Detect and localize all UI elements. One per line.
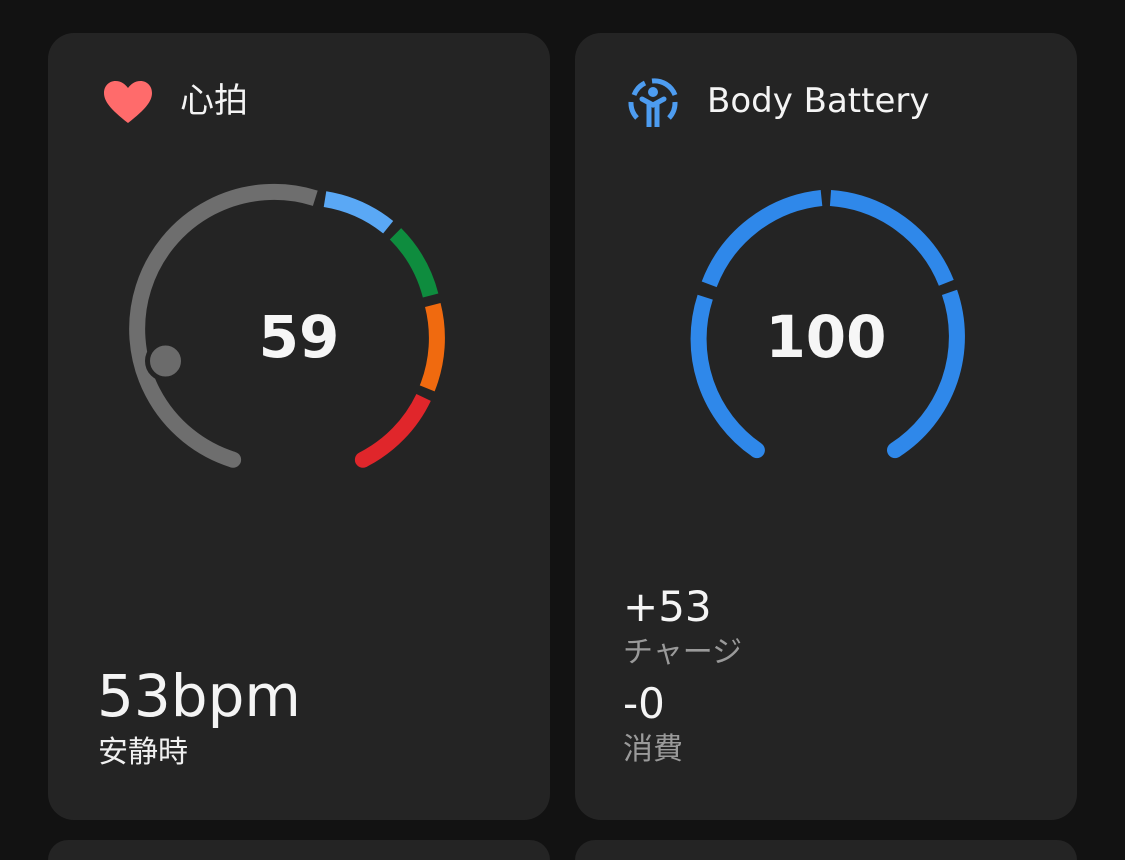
body-battery-card[interactable]: Body Battery 100 +53 チャージ -0 消費 (575, 33, 1077, 820)
resting-heart-rate-label: 安静時 (98, 735, 188, 770)
resting-heart-rate-value: 53bpm (97, 662, 301, 730)
body-battery-gauge-value: 100 (765, 303, 887, 371)
body-battery-header: Body Battery (575, 33, 1077, 163)
body-battery-title: Body Battery (707, 81, 930, 121)
next-card-right[interactable] (575, 840, 1077, 860)
gauge-zone-2 (389, 228, 439, 298)
gauge-zone-4 (359, 393, 431, 467)
next-card-left[interactable] (48, 840, 550, 860)
heart-rate-header: 心拍 (48, 33, 550, 163)
drain-label: 消費 (623, 732, 683, 767)
charge-value: +53 (623, 582, 712, 631)
heart-rate-gauge-value: 59 (258, 303, 340, 371)
heart-icon (104, 81, 152, 123)
body-battery-icon (628, 78, 678, 127)
gauge-zone-1 (323, 191, 394, 234)
heart-rate-card[interactable]: 心拍 59 53bpm 安静時 (48, 33, 550, 820)
heart-rate-title: 心拍 (180, 81, 248, 121)
drain-value: -0 (623, 679, 665, 728)
charge-label: チャージ (623, 635, 743, 670)
